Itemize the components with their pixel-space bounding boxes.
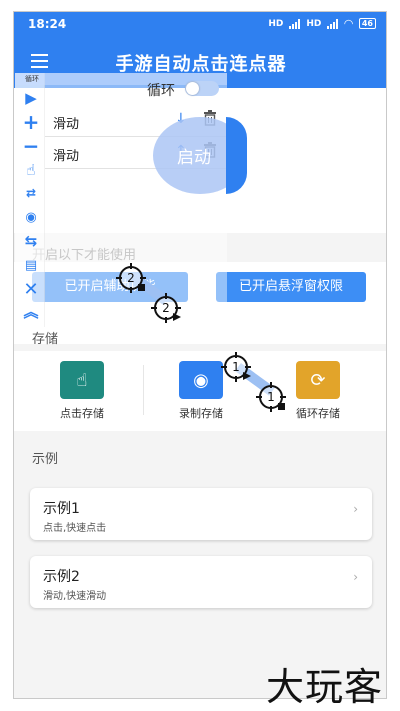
overlay-permission-button[interactable]: 已开启悬浮窗权限 [216, 272, 366, 302]
divider [143, 365, 144, 415]
signal-icon-2 [327, 18, 339, 29]
click-target[interactable]: 1 [255, 381, 287, 413]
example-title: 示例1 [43, 501, 80, 517]
chevron-right-icon: › [353, 502, 358, 516]
status-time: 18:24 [28, 17, 67, 31]
signal-label-1: HD [268, 18, 284, 29]
tap-icon[interactable]: ☝ [23, 161, 39, 179]
start-label: 启动 [177, 148, 211, 168]
click-storage-label: 点击存储 [60, 407, 104, 420]
list-item-label: 滑动 [53, 149, 80, 164]
click-target[interactable]: 2 [115, 262, 147, 294]
wifi-icon: ◠ [344, 17, 353, 30]
loop-toggle[interactable] [185, 81, 219, 96]
status-bar: 18:24 HD HD ◠ 46 [14, 12, 386, 36]
battery-icon: 46 [358, 18, 376, 29]
click-target[interactable]: 2 [150, 292, 182, 324]
toggle-icon[interactable]: ⇆ [23, 232, 39, 250]
target-number: 2 [162, 301, 170, 315]
storage-title: 存储 [32, 332, 59, 347]
signal-label-2: HD [306, 18, 322, 29]
examples-title: 示例 [32, 452, 59, 467]
record-icon: ◉ [179, 361, 223, 399]
click-storage-button[interactable]: ☝ 点击存储 [37, 361, 127, 421]
eye-icon[interactable]: ◉ [23, 209, 39, 225]
swipe-icon[interactable]: ⇄ [23, 185, 39, 201]
record-storage-label: 录制存储 [179, 407, 223, 420]
example-subtitle: 滑动,快速滑动 [43, 591, 107, 602]
play-icon[interactable]: ▶ [23, 89, 39, 107]
collapse-icon[interactable]: ︽ [23, 303, 39, 321]
storage-panel: ☝ 点击存储 ◉ 录制存储 ⟳ 循环存储 [14, 351, 386, 431]
click-target[interactable]: 1 [220, 351, 252, 383]
signal-icon [289, 18, 301, 29]
example-card-1[interactable]: 示例1 点击,快速点击 › [30, 488, 372, 540]
touch-icon: ☝ [60, 361, 104, 399]
example-subtitle: 点击,快速点击 [43, 523, 107, 534]
watermark-logo: 大玩客 [266, 665, 384, 709]
list-item-label: 滑动 [53, 117, 80, 132]
bubble-edge [226, 117, 247, 194]
loop-chip-text: 循环 [25, 75, 39, 83]
loop-icon: ⟳ [296, 361, 340, 399]
target-number: 1 [267, 390, 275, 404]
status-icons: HD HD ◠ 46 [268, 17, 376, 30]
minus-icon[interactable]: − [23, 134, 40, 158]
loop-label: 循环 [147, 83, 175, 99]
example-title: 示例2 [43, 569, 80, 585]
target-number: 1 [232, 360, 240, 374]
example-card-2[interactable]: 示例2 滑动,快速滑动 › [30, 556, 372, 608]
floating-toolbar: ▶ + − ☝ ⇄ ◉ ⇆ ▤ ✕ ︽ [15, 73, 45, 327]
chevron-right-icon: › [353, 570, 358, 584]
close-icon[interactable]: ✕ [23, 279, 39, 300]
target-number: 2 [127, 271, 135, 285]
add-icon[interactable]: + [23, 110, 40, 134]
save-icon[interactable]: ▤ [23, 257, 39, 273]
